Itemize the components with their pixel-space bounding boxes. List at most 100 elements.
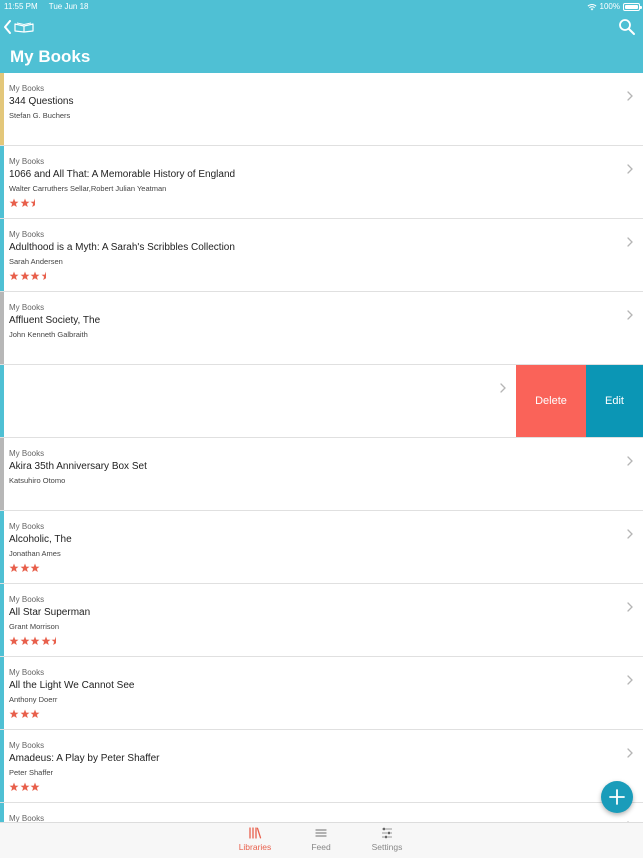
book-title: Adulthood is a Myth: A Sarah's Scribbles… [9, 242, 235, 253]
chevron-right-icon [627, 310, 633, 320]
tab-label: Libraries [238, 842, 272, 852]
add-book-button[interactable] [601, 781, 633, 813]
wifi-icon [587, 3, 596, 10]
star-icon [9, 563, 19, 572]
tab-feed[interactable]: Feed [296, 826, 346, 858]
book-list[interactable]: My Books 344 Questions Stefan G. Buchers… [0, 73, 643, 822]
rating-stars [9, 271, 613, 281]
chevron-right-icon [627, 164, 633, 174]
half-star-icon [41, 271, 46, 280]
book-library: My Books [9, 814, 45, 822]
book-library: My Books [9, 84, 45, 93]
swiped-book-row[interactable]: Delete Edit [0, 365, 643, 438]
book-author: Stefan G. Buchers [9, 111, 71, 120]
book-title: All the Light We Cannot See [9, 680, 135, 691]
row-stripe [0, 511, 4, 583]
book-library: My Books [9, 595, 45, 604]
search-button[interactable] [618, 18, 636, 36]
book-library: My Books [9, 668, 45, 677]
star-icon [9, 198, 19, 207]
status-bar: 11:55 PM Tue Jun 18 100% [0, 0, 643, 14]
chevron-right-icon [627, 748, 633, 758]
book-row[interactable]: My Books Amadeus: A Play by Peter Shaffe… [0, 730, 643, 803]
star-icon [30, 271, 40, 280]
row-stripe [0, 292, 4, 364]
search-icon [619, 19, 635, 35]
book-library: My Books [9, 741, 45, 750]
book-author: Katsuhiro Otomo [9, 476, 66, 485]
book-author: Sarah Andersen [9, 257, 63, 266]
rating-stars [9, 709, 613, 719]
book-title: 1066 and All That: A Memorable History o… [9, 169, 236, 180]
star-icon [9, 709, 19, 718]
star-icon [30, 563, 40, 572]
rating-stars [9, 563, 613, 573]
status-date: Tue Jun 18 [48, 2, 89, 11]
rating-stars [9, 198, 613, 208]
top-bar: 11:55 PM Tue Jun 18 100% My Books [0, 0, 643, 73]
book-author: Walter Carruthers Sellar,Robert Julian Y… [9, 184, 167, 193]
book-author: Anthony Doerr [9, 695, 58, 704]
book-author: Peter Shaffer [9, 768, 54, 777]
book-row[interactable]: My Books Adulthood is a Myth: A Sarah's … [0, 219, 643, 292]
star-icon [30, 782, 40, 791]
feed-icon [315, 829, 327, 837]
rating-stars [9, 636, 613, 646]
chevron-right-icon [627, 456, 633, 466]
edit-button[interactable]: Edit [586, 365, 643, 437]
tab-libraries[interactable]: Libraries [230, 826, 280, 858]
row-stripe [0, 146, 4, 218]
row-stripe [0, 73, 4, 145]
book-row[interactable]: My Books 1066 and All That: A Memorable … [0, 146, 643, 219]
book-row[interactable]: My Books Alcoholic, The Jonathan Ames [0, 511, 643, 584]
star-icon [20, 782, 29, 791]
star-icon [30, 709, 40, 718]
star-icon [9, 636, 19, 645]
chevron-right-icon [500, 383, 506, 393]
star-icon [9, 271, 19, 280]
book-row[interactable]: My Books All Star Superman Grant Morriso… [0, 584, 643, 657]
chevron-right-icon [627, 675, 633, 685]
row-stripe [0, 438, 4, 510]
book-row[interactable]: My Books 344 Questions Stefan G. Buchers [0, 73, 643, 146]
book-library: My Books [9, 449, 45, 458]
book-library: My Books [9, 157, 45, 166]
star-icon [30, 636, 40, 645]
tab-label: Settings [371, 842, 403, 852]
status-time: 11:55 PM [4, 2, 38, 11]
half-star-icon [30, 198, 35, 207]
tab-label: Feed [311, 842, 331, 852]
delete-button[interactable]: Delete [516, 365, 586, 437]
book-title: Alcoholic, The [9, 534, 72, 545]
star-icon [41, 636, 50, 645]
star-icon [9, 782, 19, 791]
book-row[interactable]: My Books [0, 803, 643, 822]
chevron-right-icon [627, 91, 633, 101]
chevron-right-icon [627, 602, 633, 612]
star-icon [20, 636, 29, 645]
book-row[interactable]: My Books Akira 35th Anniversary Box Set … [0, 438, 643, 511]
book-library: My Books [9, 522, 45, 531]
battery-icon [623, 2, 642, 11]
row-stripe [0, 584, 4, 656]
book-title: All Star Superman [9, 607, 91, 618]
plus-icon [609, 789, 625, 805]
row-stripe [0, 730, 4, 802]
book-row[interactable]: My Books Affluent Society, The John Kenn… [0, 292, 643, 365]
battery-percent: 100% [599, 2, 620, 11]
chevron-right-icon [627, 237, 633, 247]
page-title: My Books [10, 47, 91, 66]
back-button[interactable] [3, 17, 37, 37]
star-icon [20, 563, 29, 572]
row-stripe [0, 219, 4, 291]
tab-settings[interactable]: Settings [362, 826, 412, 858]
chevron-left-icon [4, 20, 11, 34]
rating-stars [9, 782, 613, 792]
book-author: Grant Morrison [9, 622, 60, 631]
book-row[interactable]: My Books All the Light We Cannot See Ant… [0, 657, 643, 730]
libraries-icon [249, 827, 262, 839]
book-author: John Kenneth Galbraith [9, 330, 88, 339]
star-icon [20, 271, 29, 280]
chevron-right-icon [627, 529, 633, 539]
book-title: Amadeus: A Play by Peter Shaffer [9, 753, 160, 764]
